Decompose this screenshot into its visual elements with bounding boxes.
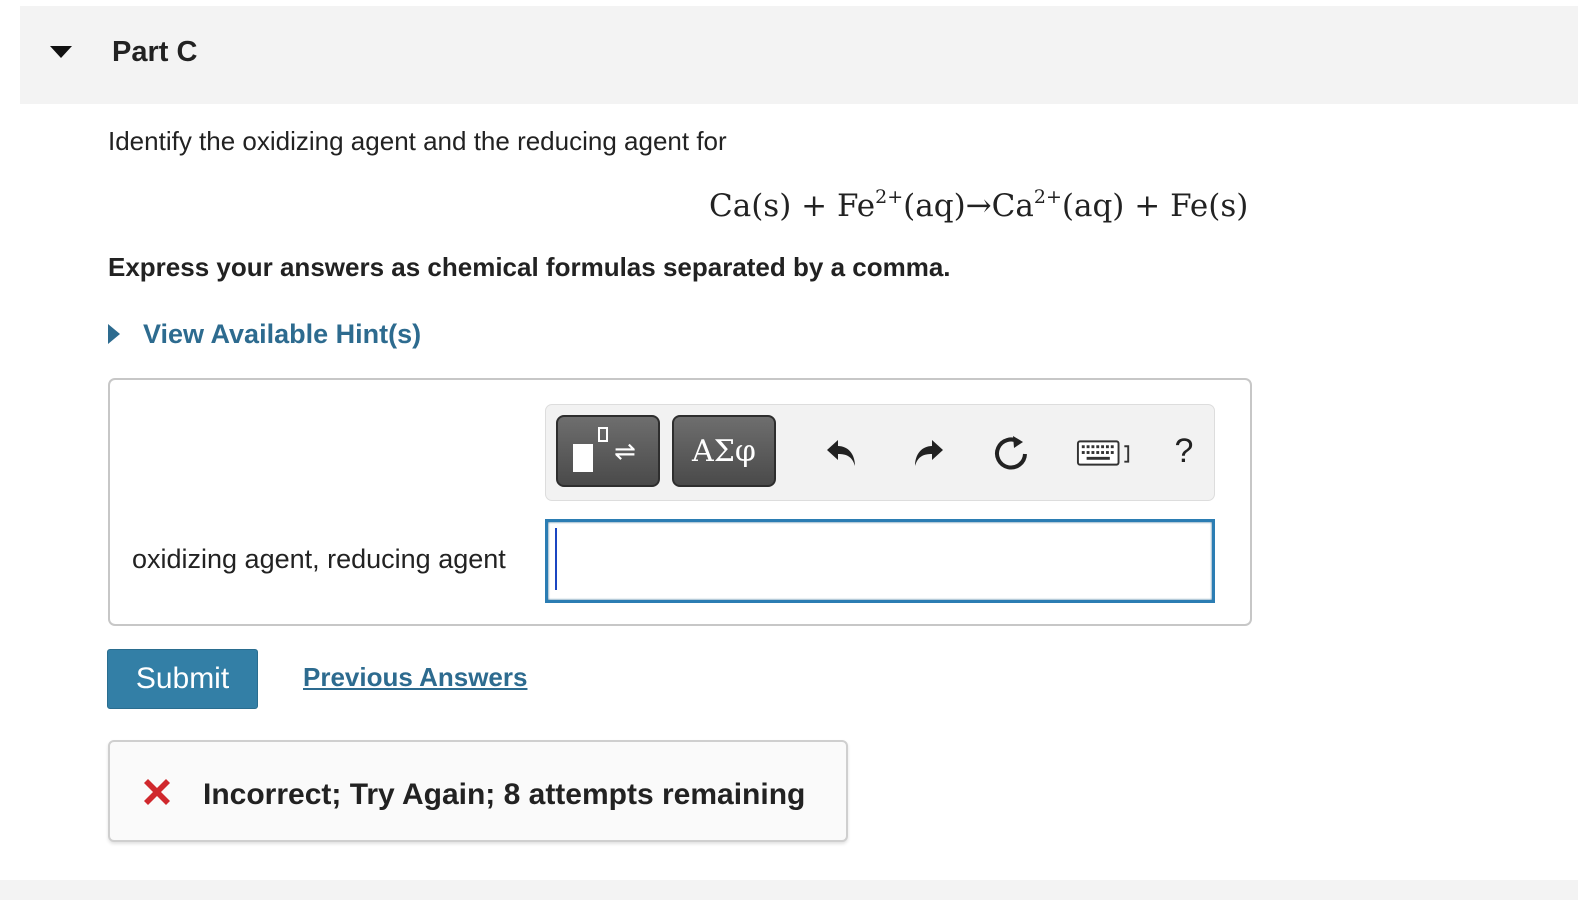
submit-button[interactable]: Submit xyxy=(107,649,258,709)
part-title: Part C xyxy=(112,36,198,68)
charge-superscript: 2+ xyxy=(1033,186,1062,208)
error-x-icon xyxy=(144,779,170,805)
equation-segment: (aq) + Fe(s) xyxy=(1061,188,1249,224)
undo-icon[interactable] xyxy=(822,433,862,473)
math-toolbar: ⇌ ΑΣφ ? xyxy=(545,404,1215,501)
reset-icon[interactable] xyxy=(992,433,1032,473)
text-cursor xyxy=(555,528,557,590)
view-hints-toggle[interactable]: View Available Hint(s) xyxy=(108,316,421,352)
templates-button[interactable]: ⇌ xyxy=(556,415,660,487)
previous-answers-link[interactable]: Previous Answers xyxy=(303,662,527,693)
equation-segment: (aq)→Ca xyxy=(903,188,1034,224)
help-icon[interactable]: ? xyxy=(1164,431,1204,471)
collapse-caret-icon[interactable] xyxy=(50,46,72,58)
keyboard-icon[interactable] xyxy=(1076,433,1134,473)
redo-icon[interactable] xyxy=(908,433,948,473)
symbols-label: ΑΣφ xyxy=(692,433,756,469)
charge-superscript: 2+ xyxy=(875,186,904,208)
answer-field-label: oxidizing agent, reducing agent xyxy=(132,544,506,574)
answer-input[interactable] xyxy=(545,519,1215,603)
symbols-button[interactable]: ΑΣφ xyxy=(672,415,776,487)
equation-segment: Ca(s) + Fe xyxy=(709,188,876,224)
footer-band xyxy=(0,880,1578,900)
feedback-message: Incorrect; Try Again; 8 attempts remaini… xyxy=(203,778,806,811)
question-prompt: Identify the oxidizing agent and the red… xyxy=(108,126,727,156)
view-hints-label: View Available Hint(s) xyxy=(143,318,422,349)
part-header[interactable] xyxy=(20,6,1578,104)
chemical-equation: Ca(s) + Fe2+(aq)→Ca2+(aq) + Fe(s) xyxy=(709,186,1249,225)
expand-caret-icon xyxy=(108,324,120,344)
feedback-panel: Incorrect; Try Again; 8 attempts remaini… xyxy=(108,740,848,842)
answer-instructions: Express your answers as chemical formula… xyxy=(108,252,951,282)
